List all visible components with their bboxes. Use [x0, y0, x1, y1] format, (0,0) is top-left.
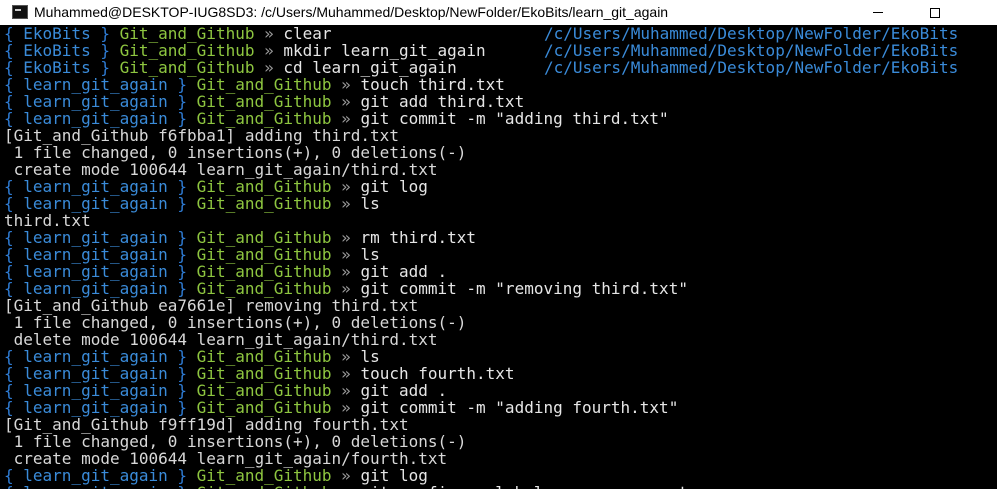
prompt-line: { learn_git_again } Git_and_Github » git…	[4, 263, 997, 280]
output-line: delete mode 100644 learn_git_again/third…	[4, 330, 438, 349]
prompt-line: { learn_git_again } Git_and_Github » git…	[4, 110, 997, 127]
prompt-line: { learn_git_again } Git_and_Github » rm …	[4, 229, 997, 246]
prompt-line: { learn_git_again } Git_and_Github » ls	[4, 195, 997, 212]
prompt-line: { learn_git_again } Git_and_Github » git…	[4, 399, 997, 416]
prompt-open-brace: {	[4, 483, 23, 489]
maximize-icon	[930, 7, 940, 18]
output-line: create mode 100644 learn_git_again/fourt…	[4, 449, 448, 468]
prompt-line: { learn_git_again } Git_and_Github » git…	[4, 178, 997, 195]
prompt-cwd-path: /c/Users/Muhammed/Desktop/NewFolder/EkoB…	[544, 58, 959, 77]
prompt-line: { learn_git_again } Git_and_Github » ls	[4, 246, 997, 263]
prompt-line: { learn_git_again } Git_and_Github » git…	[4, 93, 997, 110]
prompt-arrow: »	[331, 194, 361, 213]
output-line: [Git_and_Github f6fbba1] adding third.tx…	[4, 126, 399, 145]
prompt-line: { learn_git_again } Git_and_Github » git…	[4, 382, 997, 399]
output-line: [Git_and_Github f9ff19d] adding fourth.t…	[4, 415, 409, 434]
minimize-button[interactable]	[855, 0, 901, 25]
output-line: create mode 100644 learn_git_again/third…	[4, 160, 438, 179]
prompt-line: { learn_git_again } Git_and_Github » git…	[4, 467, 997, 484]
output-line: [Git_and_Github ea7661e] removing third.…	[4, 296, 419, 315]
terminal-output[interactable]: { EkoBits } Git_and_Github » clear/c/Use…	[0, 25, 997, 489]
prompt-line: { learn_git_again } Git_and_Github » git…	[4, 484, 997, 489]
maximize-button[interactable]	[912, 0, 958, 25]
prompt-line: { learn_git_again } Git_and_Github » git…	[4, 280, 997, 297]
prompt-cwd-path: /c/Users/Muhammed/Desktop/NewFolder/EkoB…	[544, 41, 959, 60]
window-title: Muhammed@DESKTOP-IUG8SD3: /c/Users/Muham…	[34, 4, 669, 20]
prompt-directory: learn_git_again	[23, 483, 168, 489]
prompt-branch: Git_and_Github	[197, 483, 332, 489]
command-text: git config --global core.pager cat	[360, 483, 688, 489]
prompt-cwd-path: /c/Users/Muhammed/Desktop/NewFolder/EkoB…	[544, 25, 959, 43]
prompt-line: { learn_git_again } Git_and_Github » ls	[4, 348, 997, 365]
prompt-branch: Git_and_Github	[196, 194, 332, 213]
prompt-line: { learn_git_again } Git_and_Github » tou…	[4, 365, 997, 382]
output-line: 1 file changed, 0 insertions(+), 0 delet…	[4, 313, 467, 332]
command-text: git commit -m "adding third.txt"	[360, 109, 669, 128]
output-line: third.txt	[4, 211, 91, 230]
output-line: 1 file changed, 0 insertions(+), 0 delet…	[4, 432, 467, 451]
minimize-icon	[873, 12, 883, 13]
prompt-line: { EkoBits } Git_and_Github » cd learn_gi…	[4, 59, 997, 76]
prompt-close-brace: }	[168, 483, 197, 489]
command-text: ls	[360, 194, 380, 213]
prompt-line: { EkoBits } Git_and_Github » clear/c/Use…	[4, 25, 997, 42]
prompt-line: { learn_git_again } Git_and_Github » tou…	[4, 76, 997, 93]
prompt-arrow: »	[332, 483, 361, 489]
prompt-close-brace: }	[167, 194, 197, 213]
terminal-app-icon	[12, 5, 28, 19]
output-line: 1 file changed, 0 insertions(+), 0 delet…	[4, 143, 467, 162]
title-bar[interactable]: Muhammed@DESKTOP-IUG8SD3: /c/Users/Muham…	[0, 0, 997, 25]
prompt-line: { EkoBits } Git_and_Github » mkdir learn…	[4, 42, 997, 59]
